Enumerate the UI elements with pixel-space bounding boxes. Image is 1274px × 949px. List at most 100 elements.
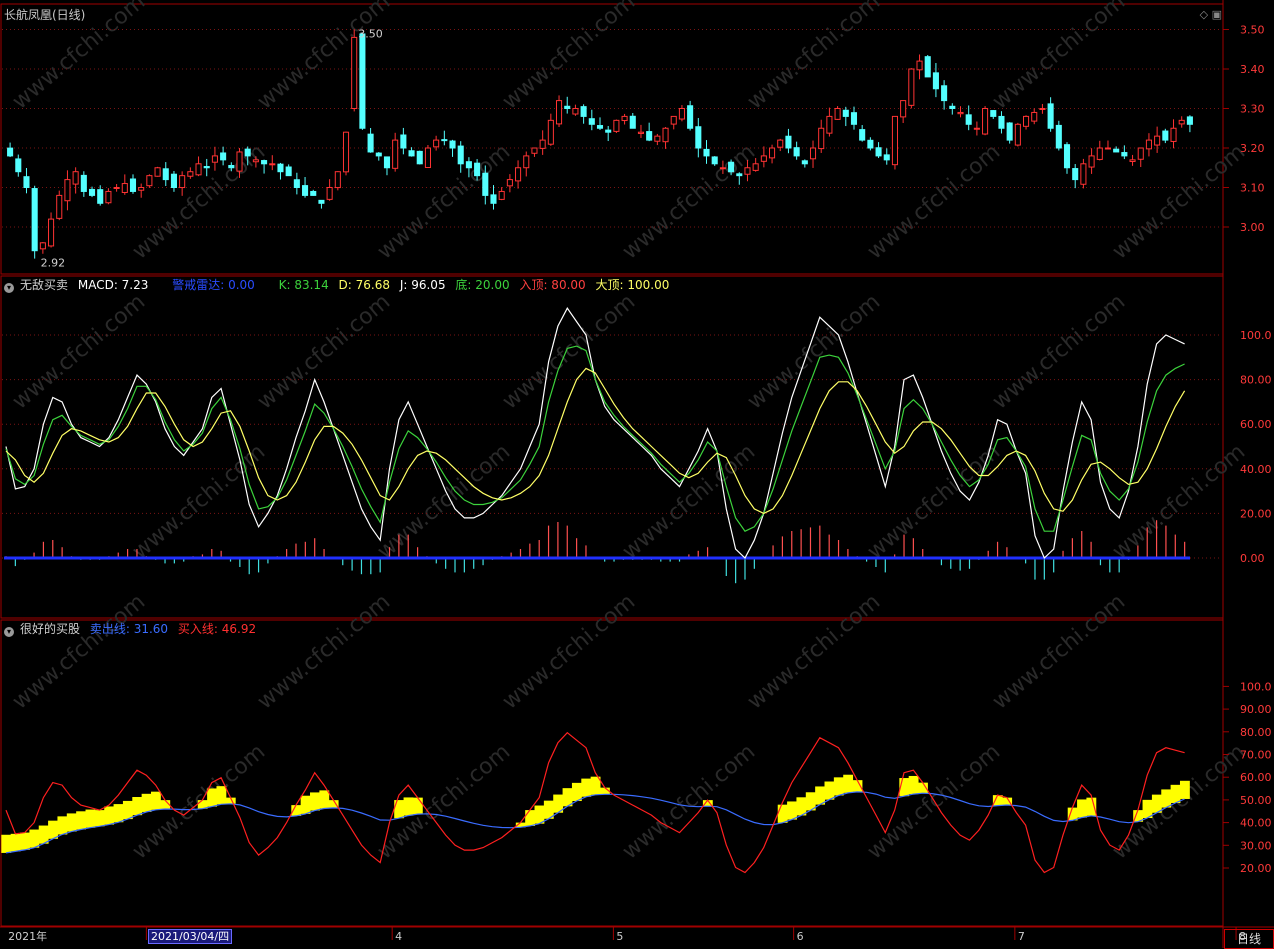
buy-fill xyxy=(1179,780,1190,799)
candle-body xyxy=(834,108,841,120)
candle-body xyxy=(424,147,431,169)
macd-value: MACD: 7.23 xyxy=(77,278,149,292)
buy-fill xyxy=(833,777,844,796)
buy-fill xyxy=(38,825,49,844)
candle-body xyxy=(564,105,571,109)
buy-fill xyxy=(571,782,582,802)
candle-body xyxy=(105,190,112,204)
candle-body xyxy=(1104,147,1112,150)
candle-body xyxy=(1063,144,1071,169)
candle-body xyxy=(293,179,300,189)
collapse-icon[interactable]: ▾ xyxy=(4,283,14,293)
candle-body xyxy=(277,163,284,173)
candle-body xyxy=(400,134,407,149)
candle-body xyxy=(1006,122,1013,141)
candle-body xyxy=(326,187,333,200)
candle-body xyxy=(1014,123,1021,146)
watermark-text: www.cfchi.com xyxy=(743,589,885,714)
candle-body xyxy=(695,126,702,149)
buy-fill xyxy=(104,806,115,825)
buy-fill xyxy=(525,810,536,826)
candle-body xyxy=(744,167,751,175)
y-tick-label: 70.00 xyxy=(1240,749,1272,762)
d-value: D: 76.68 xyxy=(338,278,390,292)
candle-body xyxy=(146,175,153,187)
x-tick-label: 4 xyxy=(395,930,403,943)
candle-body xyxy=(465,161,472,169)
candle-body xyxy=(195,163,202,176)
candle-body xyxy=(670,115,677,125)
watermark-text: www.cfchi.com xyxy=(863,739,1005,864)
candle-body xyxy=(1039,108,1046,110)
k-value: K: 83.14 xyxy=(278,278,329,292)
y-tick-label: 3.40 xyxy=(1240,63,1265,76)
candle-body xyxy=(408,150,415,157)
candle-body xyxy=(15,158,22,173)
buy-fill xyxy=(1170,784,1181,803)
watermark-text: www.cfchi.com xyxy=(988,589,1130,714)
candle-body xyxy=(97,189,104,204)
y-tick-label: 80.00 xyxy=(1240,374,1272,387)
candle-body xyxy=(1186,116,1193,125)
watermark-text: www.cfchi.com xyxy=(743,0,885,115)
candle-body xyxy=(244,148,251,157)
candle-body xyxy=(662,127,669,143)
candle-body xyxy=(777,139,784,148)
candle-body xyxy=(621,115,628,122)
panel-toolbar[interactable]: ◇ ▣ xyxy=(1200,8,1222,21)
high-label: 3.50 xyxy=(358,28,383,41)
candle-body xyxy=(449,140,456,149)
candle-body xyxy=(416,150,423,165)
buy-fill xyxy=(94,810,105,827)
panel2-header: ▾ 无敌买卖 MACD: 7.23 警戒雷达: 0.00 K: 83.14 D: … xyxy=(4,278,675,293)
window-icon[interactable]: ▣ xyxy=(1212,8,1222,21)
watermark-text: www.cfchi.com xyxy=(618,739,760,864)
y-tick-label: 40.00 xyxy=(1240,463,1272,476)
candle-body xyxy=(637,131,645,134)
stock-chart[interactable]: www.cfchi.com www.cfchi.com www.cfchi.com w… xyxy=(0,0,1274,948)
collapse-icon[interactable]: ▾ xyxy=(4,627,14,637)
buy-fill xyxy=(843,774,854,793)
y-tick-label: 3.30 xyxy=(1240,103,1265,116)
buy-fill xyxy=(824,781,835,800)
candle-body xyxy=(531,147,538,154)
candle-body xyxy=(850,112,858,125)
y-tick-label: 40.00 xyxy=(1240,817,1272,830)
candle-body xyxy=(383,156,391,169)
buy-fill xyxy=(113,804,124,823)
buy-fill xyxy=(1077,799,1087,818)
candle-body xyxy=(1162,130,1169,141)
watermark-text: www.cfchi.com xyxy=(988,0,1130,115)
candle-body xyxy=(588,118,595,125)
diamond-icon[interactable]: ◇ xyxy=(1200,8,1208,21)
watermark-text: www.cfchi.com xyxy=(1108,139,1250,264)
candle-body xyxy=(908,68,915,106)
period-button[interactable]: 日线 xyxy=(1224,929,1274,949)
candle-body xyxy=(457,145,464,165)
x-tick-label: 7 xyxy=(1017,930,1025,943)
watermark-text: www.cfchi.com xyxy=(618,139,760,264)
watermark-text: www.cfchi.com xyxy=(8,589,150,714)
candle-body xyxy=(916,60,923,71)
y-tick-label: 30.00 xyxy=(1240,839,1272,852)
candle-body xyxy=(72,171,79,185)
candle-body xyxy=(228,164,235,169)
watermark-text: www.cfchi.com xyxy=(373,739,515,864)
candle-body xyxy=(859,129,866,141)
buy-fill xyxy=(581,778,592,797)
candle-body xyxy=(129,178,137,192)
y-tick-label: 20.00 xyxy=(1240,507,1272,520)
candle-body xyxy=(654,135,661,142)
watermark-text: www.cfchi.com xyxy=(743,289,885,414)
candle-body xyxy=(1088,155,1095,168)
candle-body xyxy=(769,147,776,159)
candle-body xyxy=(1170,127,1177,142)
cursor-date: 2021/03/04/四 xyxy=(148,929,233,944)
buy-fill xyxy=(29,829,40,848)
candle-body xyxy=(342,131,350,173)
candle-body xyxy=(875,147,882,157)
candle-body xyxy=(39,242,46,250)
big-top-value: 大顶: 100.00 xyxy=(595,278,670,292)
x-tick-label: 5 xyxy=(616,930,624,943)
watermark-text: www.cfchi.com xyxy=(498,0,640,115)
